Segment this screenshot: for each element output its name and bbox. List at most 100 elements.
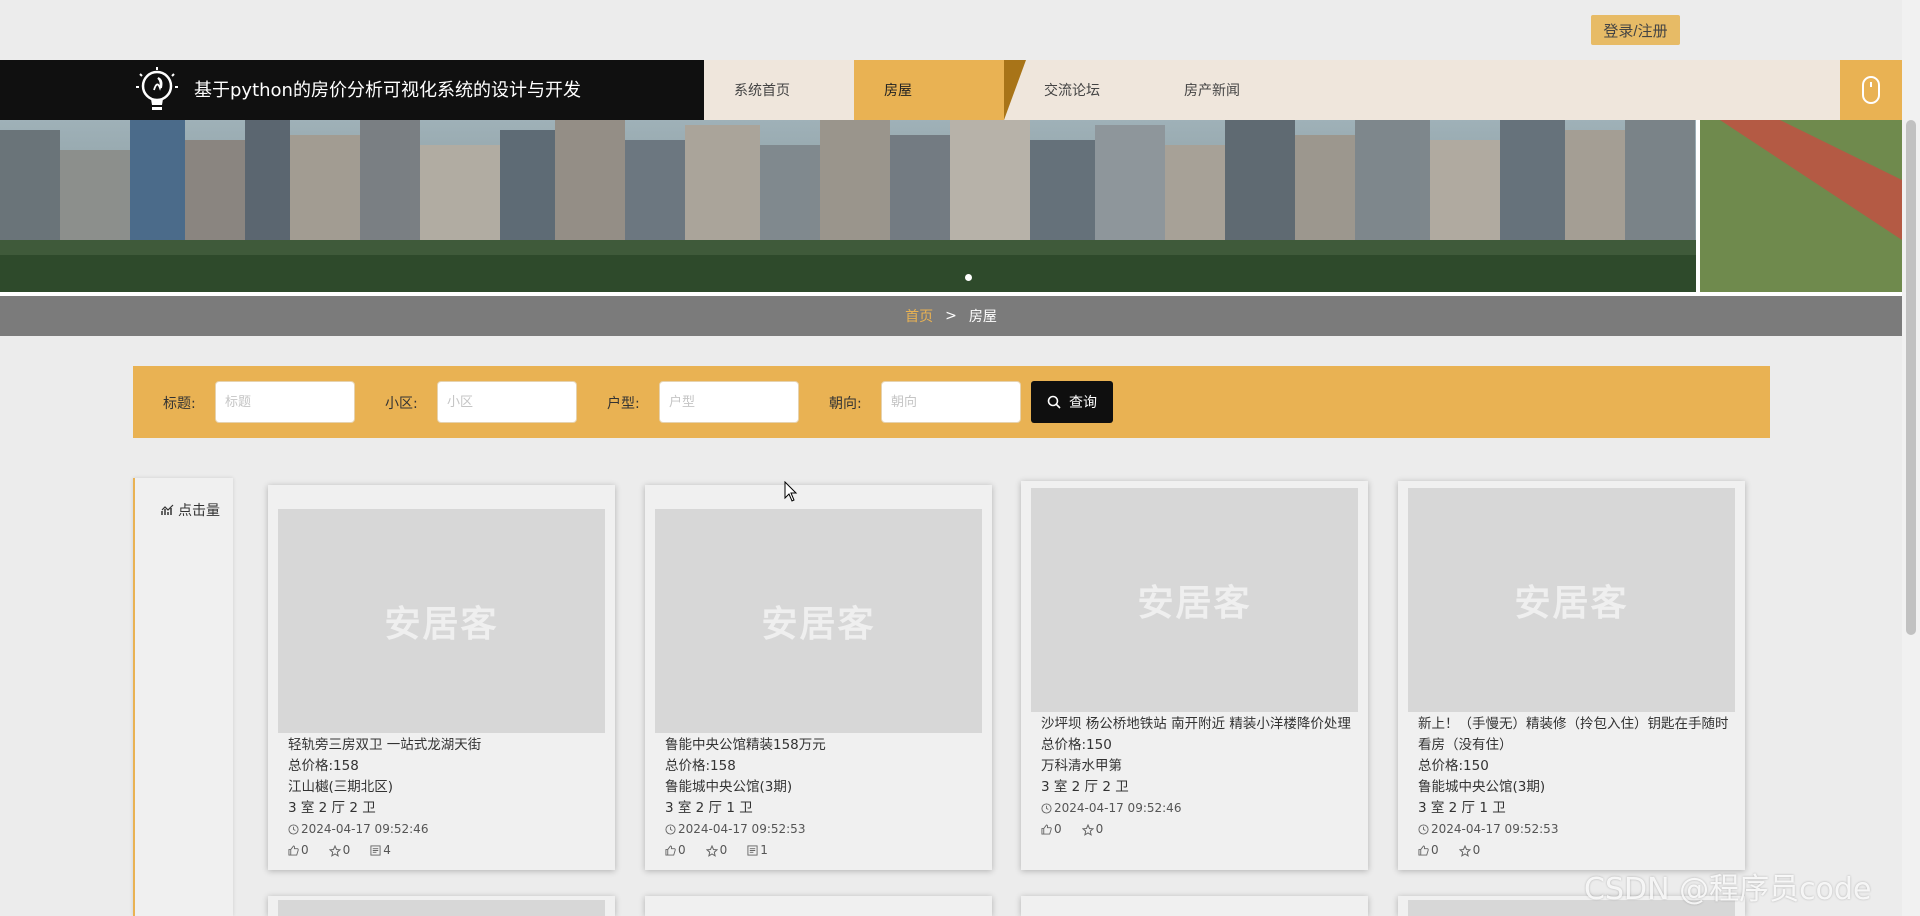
mouse-button[interactable] [1840, 60, 1902, 120]
nav-item-news[interactable]: 房产新闻 [1154, 60, 1304, 120]
card-body: 鲁能中央公馆精装158万元 总价格:158 鲁能城中央公馆(3期) 3 室 2 … [665, 735, 980, 861]
favorite-count[interactable]: 0 [1458, 840, 1480, 861]
breadcrumb-current: 房屋 [968, 309, 997, 325]
community-input[interactable] [437, 381, 577, 423]
house-layout: 3 室 2 厅 1 卫 [665, 800, 753, 816]
site-title: 基于python的房价分析可视化系统的设计与开发 [194, 80, 581, 101]
scrollbar-thumb[interactable] [1906, 120, 1916, 635]
image-placeholder-text: 安居客 [761, 604, 876, 645]
layout-input[interactable] [659, 381, 799, 423]
house-price: 总价格:158 [665, 758, 736, 774]
nav-item-home[interactable]: 系统首页 [704, 60, 854, 120]
house-community: 鲁能城中央公馆(3期) [665, 779, 793, 795]
comment-value: 1 [760, 843, 768, 857]
house-stats: 0 0 1 [665, 840, 980, 861]
comment-count[interactable]: 1 [747, 840, 768, 861]
title-input[interactable] [215, 381, 355, 423]
house-title[interactable]: 轻轨旁三房双卫 一站式龙湖天街 [288, 735, 603, 756]
house-image[interactable] [278, 900, 605, 916]
search-icon [1047, 395, 1061, 409]
star-icon [1081, 823, 1094, 836]
house-card[interactable]: 安居客 新上！（手慢无）精装修（拎包入住）钥匙在手随时看房（没有住） 总价格:1… [1398, 481, 1745, 870]
house-stats: 0 0 [1041, 819, 1356, 840]
layout-label: 户型: [607, 396, 640, 412]
like-value: 0 [301, 843, 309, 857]
favorite-count[interactable]: 0 [328, 840, 351, 861]
carousel-indicator-dot[interactable] [965, 274, 972, 281]
house-card[interactable]: 安居客 沙坪坝 杨公桥地铁站 南开附近 精装小洋楼降价处理 总价格:150 万科… [1021, 481, 1368, 870]
house-title[interactable]: 沙坪坝 杨公桥地铁站 南开附近 精装小洋楼降价处理 [1041, 714, 1356, 735]
login-register-button[interactable]: 登录/注册 [1591, 15, 1680, 45]
house-card-next-row[interactable] [268, 896, 615, 916]
search-button[interactable]: 查询 [1031, 381, 1113, 423]
house-card-next-row[interactable] [645, 896, 992, 916]
thumbs-up-icon [1418, 845, 1429, 856]
time-value: 2024-04-17 09:52:53 [1431, 822, 1559, 836]
watermark: CSDN @程序员code [1584, 872, 1872, 907]
sort-sidebar: 点击量 [133, 478, 233, 916]
main-nav: 系统首页 房屋 交流论坛 房产新闻 [704, 60, 1304, 120]
orientation-input[interactable] [881, 381, 1021, 423]
chart-icon [161, 504, 174, 515]
house-stats: 0 0 [1418, 840, 1733, 861]
house-layout: 3 室 2 厅 2 卫 [1041, 779, 1129, 795]
community-label: 小区: [385, 396, 418, 412]
like-count[interactable]: 0 [1041, 819, 1062, 840]
card-body: 新上！（手慢无）精装修（拎包入住）钥匙在手随时看房（没有住） 总价格:150 鲁… [1418, 714, 1733, 861]
favorite-count[interactable]: 0 [1081, 819, 1104, 840]
house-time: 2024-04-17 09:52:53 [1418, 819, 1733, 840]
house-image[interactable]: 安居客 [1408, 488, 1735, 712]
favorite-value: 0 [342, 843, 351, 857]
nav-item-houses[interactable]: 房屋 [854, 60, 1026, 120]
nav-item-forum[interactable]: 交流论坛 [1004, 60, 1154, 120]
house-image[interactable]: 安居客 [278, 509, 605, 733]
house-community: 鲁能城中央公馆(3期) [1418, 779, 1546, 795]
house-image[interactable]: 安居客 [1031, 488, 1358, 712]
clock-icon [288, 824, 299, 835]
like-count[interactable]: 0 [1418, 840, 1439, 861]
comment-value: 4 [383, 843, 391, 857]
house-price: 总价格:158 [288, 758, 359, 774]
header: 基于python的房价分析可视化系统的设计与开发 系统首页 房屋 交流论坛 房产… [0, 60, 1902, 120]
brand[interactable]: 基于python的房价分析可视化系统的设计与开发 [0, 60, 704, 120]
like-value: 0 [1054, 822, 1062, 836]
like-count[interactable]: 0 [288, 840, 309, 861]
favorite-count[interactable]: 0 [705, 840, 727, 861]
house-stats: 0 0 4 [288, 840, 603, 861]
like-count[interactable]: 0 [665, 840, 686, 861]
time-value: 2024-04-17 09:52:53 [678, 822, 806, 836]
house-title[interactable]: 鲁能中央公馆精装158万元 [665, 735, 980, 756]
title-label: 标题: [163, 396, 196, 412]
breadcrumb: 首页 > 房屋 [0, 296, 1902, 336]
house-image[interactable]: 安居客 [655, 509, 982, 733]
house-price: 总价格:150 [1041, 737, 1112, 753]
page-scrollbar[interactable] [1902, 0, 1920, 916]
mouse-icon [1862, 76, 1880, 104]
comment-count[interactable]: 4 [370, 840, 391, 861]
star-icon [705, 844, 718, 857]
search-button-label: 查询 [1069, 394, 1097, 410]
image-placeholder-text: 安居客 [384, 604, 499, 645]
image-placeholder-text: 安居客 [1137, 583, 1252, 624]
favorite-value: 0 [1095, 822, 1104, 836]
house-title[interactable]: 新上！（手慢无）精装修（拎包入住）钥匙在手随时看房（没有住） [1418, 714, 1733, 756]
sort-by-clicks[interactable]: 点击量 [161, 500, 220, 520]
image-placeholder-text: 安居客 [1514, 583, 1629, 624]
card-body: 轻轨旁三房双卫 一站式龙湖天街 总价格:158 江山樾(三期北区) 3 室 2 … [288, 735, 603, 861]
house-time: 2024-04-17 09:52:46 [1041, 798, 1356, 819]
time-value: 2024-04-17 09:52:46 [1054, 801, 1182, 815]
like-value: 0 [1431, 843, 1439, 857]
breadcrumb-home-link[interactable]: 首页 [905, 306, 933, 326]
thumbs-up-icon [1041, 824, 1052, 835]
banner-carousel[interactable] [0, 120, 1902, 292]
house-price: 总价格:150 [1418, 758, 1489, 774]
clock-icon [1041, 803, 1052, 814]
house-card[interactable]: 安居客 鲁能中央公馆精装158万元 总价格:158 鲁能城中央公馆(3期) 3 … [645, 485, 992, 870]
clock-icon [665, 824, 676, 835]
time-value: 2024-04-17 09:52:46 [301, 822, 429, 836]
house-card-next-row[interactable] [1021, 896, 1368, 916]
star-icon [1458, 844, 1471, 857]
house-card[interactable]: 安居客 轻轨旁三房双卫 一站式龙湖天街 总价格:158 江山樾(三期北区) 3 … [268, 485, 615, 870]
sort-label: 点击量 [178, 503, 220, 519]
orientation-label: 朝向: [829, 396, 862, 412]
